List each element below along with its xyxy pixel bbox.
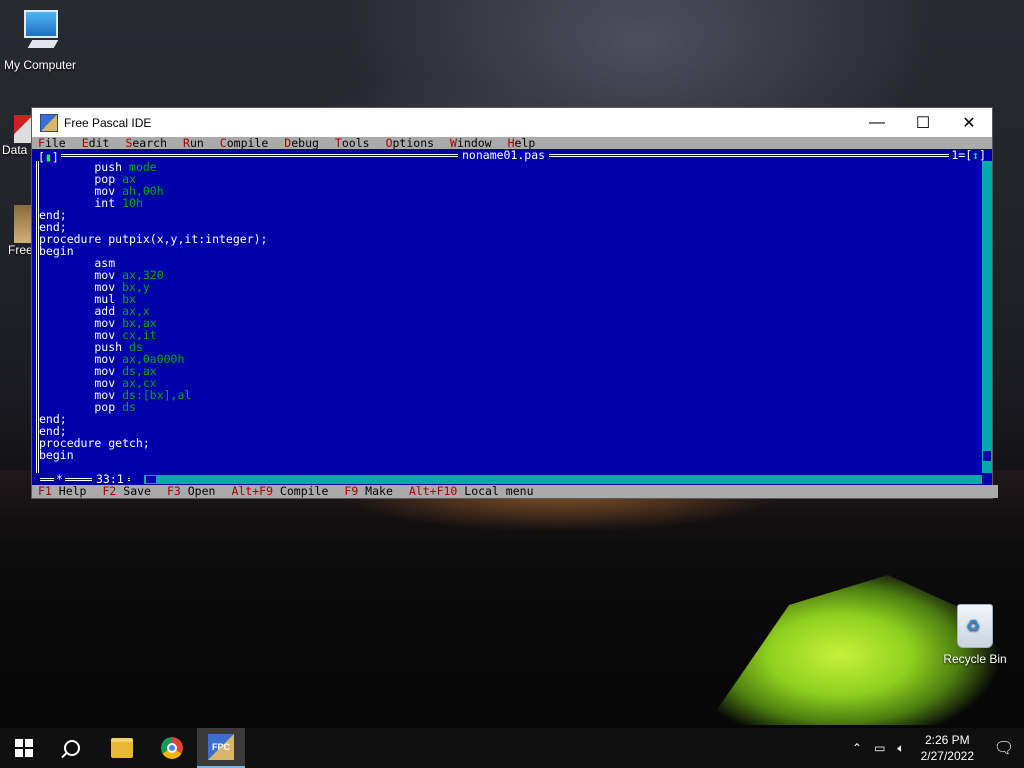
minimize-button[interactable]: —: [854, 108, 900, 137]
code-line[interactable]: mov ds,ax: [39, 365, 979, 377]
chrome-button[interactable]: [148, 728, 196, 768]
menu-file[interactable]: File: [38, 137, 66, 149]
free-pascal-ide-window[interactable]: Free Pascal IDE — ☐ ✕ File Edit Search R…: [31, 107, 998, 499]
status-item-save[interactable]: F2 Save: [102, 485, 150, 498]
code-line[interactable]: procedure putpix(x,y,it:integer);: [39, 233, 979, 245]
horizontal-scrollbar[interactable]: [144, 475, 982, 484]
code-line[interactable]: procedure getch;: [39, 437, 979, 449]
status-item-local-menu[interactable]: Alt+F10 Local menu: [409, 485, 534, 498]
menu-tools[interactable]: Tools: [335, 137, 370, 149]
desktop-icon-label: Recycle Bin: [943, 652, 1007, 666]
code-line[interactable]: mov bx,y: [39, 281, 979, 293]
code-operand: 10h: [122, 196, 143, 210]
menu-compile[interactable]: Compile: [220, 137, 268, 149]
windows-logo-icon: [15, 739, 33, 757]
code-line[interactable]: _: [39, 461, 979, 473]
editor-zoom-box[interactable]: 1=[↕]: [949, 149, 988, 161]
editor-window[interactable]: [▮] noname01.pas 1=[↕] push mode pop ax …: [32, 149, 992, 485]
search-icon: [64, 740, 80, 756]
scroll-thumb[interactable]: [146, 476, 156, 483]
status-bar: F1 Help F2 Save F3 Open Alt+F9 Compile F…: [32, 485, 998, 498]
code-line[interactable]: mov bx,ax: [39, 317, 979, 329]
code-line[interactable]: begin: [39, 245, 979, 257]
desktop-icon-recycle-bin[interactable]: ♻ Recycle Bin: [935, 604, 1015, 666]
folder-icon: [111, 738, 133, 758]
status-item-help[interactable]: F1 Help: [38, 485, 86, 498]
code-area[interactable]: push mode pop ax mov ah,00h int 10h end; e…: [39, 161, 979, 473]
close-button[interactable]: ✕: [946, 108, 992, 137]
window-title: Free Pascal IDE: [64, 115, 152, 130]
menu-debug[interactable]: Debug: [284, 137, 319, 149]
code-line[interactable]: mov ah,00h: [39, 185, 979, 197]
taskbar: FPC ⌃ ▭ 🔈︎ 2:26 PM 2/27/2022 🗨︎: [0, 728, 1024, 768]
status-item-make[interactable]: F9 Make: [344, 485, 392, 498]
system-tray: ⌃ ▭ 🔈︎ 2:26 PM 2/27/2022 🗨︎: [846, 728, 1024, 768]
desktop-icon-my-computer[interactable]: My Computer: [0, 10, 80, 72]
clock-date: 2/27/2022: [920, 749, 974, 763]
search-button[interactable]: [48, 728, 96, 768]
code-line[interactable]: pop ds: [39, 401, 979, 413]
code-line[interactable]: add ax,x: [39, 305, 979, 317]
free-pascal-taskbar-button[interactable]: FPC: [197, 728, 245, 768]
code-line[interactable]: mov ds:[bx],al: [39, 389, 979, 401]
code-line[interactable]: asm: [39, 257, 979, 269]
code-line[interactable]: mul bx: [39, 293, 979, 305]
window-titlebar[interactable]: Free Pascal IDE — ☐ ✕: [32, 108, 992, 137]
desktop-icon-label: My Computer: [3, 58, 77, 72]
code-line[interactable]: end;: [39, 413, 979, 425]
code-line[interactable]: mov ax,0a000h: [39, 353, 979, 365]
editor-filename: noname01.pas: [458, 149, 550, 161]
status-item-open[interactable]: F3 Open: [167, 485, 215, 498]
network-icon[interactable]: ▭: [868, 741, 891, 755]
ide-console: File Edit Search Run Compile Debug Tools…: [32, 137, 998, 498]
file-explorer-button[interactable]: [98, 728, 146, 768]
menu-edit[interactable]: Edit: [82, 137, 110, 149]
code-line[interactable]: end;: [39, 425, 979, 437]
clock[interactable]: 2:26 PM 2/27/2022: [911, 732, 984, 764]
vertical-scrollbar[interactable]: [982, 161, 992, 473]
chevron-up-icon[interactable]: ⌃: [846, 741, 868, 755]
code-line[interactable]: end;: [39, 209, 979, 221]
status-item-compile[interactable]: Alt+F9 Compile: [231, 485, 328, 498]
computer-icon: [20, 10, 60, 54]
scroll-thumb[interactable]: [983, 451, 991, 461]
code-line[interactable]: push mode: [39, 161, 979, 173]
menu-options[interactable]: Options: [386, 137, 434, 149]
code-line[interactable]: mov ax,320: [39, 269, 979, 281]
menu-search[interactable]: Search: [125, 137, 167, 149]
recycle-bin-icon: ♻: [957, 604, 993, 648]
maximize-button[interactable]: ☐: [900, 108, 946, 137]
desktop-icon-label: Data: [2, 143, 28, 157]
code-line[interactable]: begin: [39, 449, 979, 461]
code-line[interactable]: pop ax: [39, 173, 979, 185]
desktop-icon-data[interactable]: Data: [0, 115, 34, 157]
code-line[interactable]: int 10h: [39, 197, 979, 209]
desktop-icon-free[interactable]: Free: [0, 205, 34, 257]
notification-icon[interactable]: 🗨︎: [984, 738, 1024, 758]
menu-run[interactable]: Run: [183, 137, 204, 149]
clock-time: 2:26 PM: [924, 733, 970, 747]
free-pascal-app-icon: [40, 113, 58, 132]
editor-frame-top: [▮] noname01.pas 1=[↕]: [32, 149, 992, 163]
chrome-icon: [161, 737, 183, 759]
code-line[interactable]: mov cx,it: [39, 329, 979, 341]
code-keyword: _: [39, 460, 46, 473]
code-operand: ds: [122, 400, 136, 414]
start-button[interactable]: [0, 728, 48, 768]
free-pascal-icon: FPC: [208, 734, 234, 760]
volume-icon[interactable]: 🔈︎: [891, 741, 910, 756]
